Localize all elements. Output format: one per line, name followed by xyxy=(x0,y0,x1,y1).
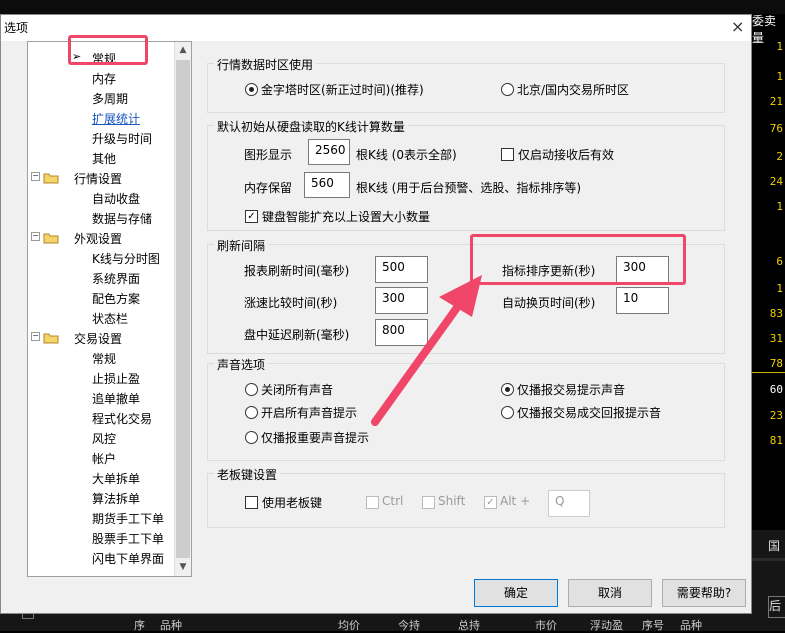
annotation-arrow-icon xyxy=(371,275,482,426)
